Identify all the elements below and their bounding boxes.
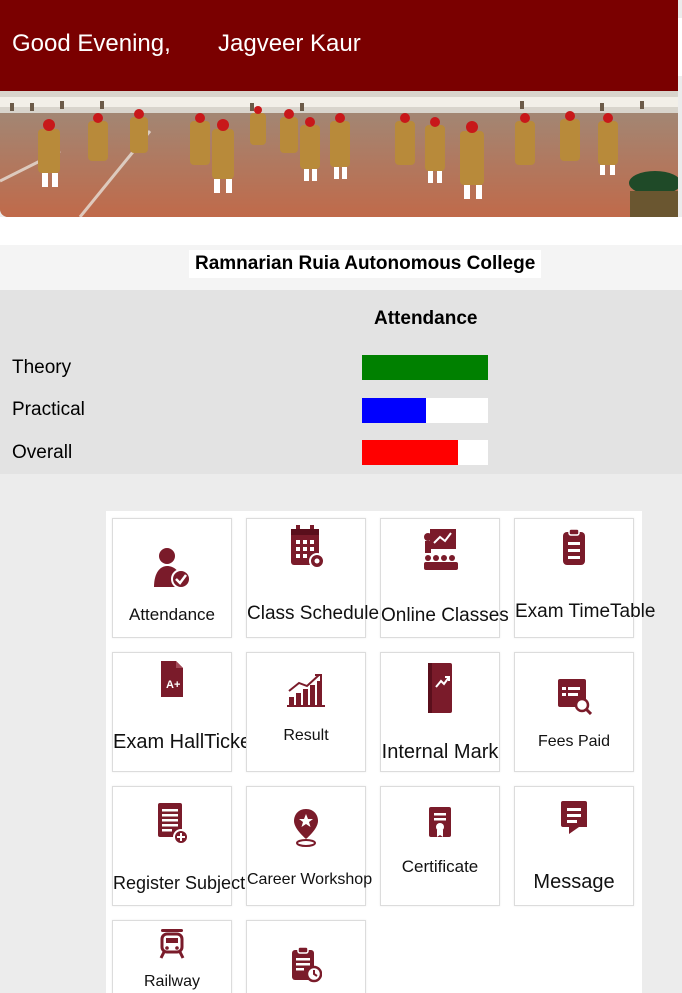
college-name: Ramnarian Ruia Autonomous College [189, 250, 542, 278]
tile-label: Class Schedule [247, 603, 380, 624]
tile-online-classes[interactable]: Online Classes [380, 518, 509, 638]
tile-class-schedule[interactable]: Class Schedule [246, 518, 380, 638]
theory-progress-fill [362, 355, 488, 380]
attendance-title: Attendance [374, 308, 478, 329]
overall-progress-bar [362, 440, 488, 465]
tile-label: Attendance [128, 605, 215, 624]
tile-result[interactable]: Result [246, 652, 366, 772]
message-icon [515, 799, 633, 835]
overall-progress-fill [362, 440, 458, 465]
tile-label: Certificate [401, 857, 479, 876]
classroom-icon [381, 527, 499, 571]
greeting-text: Good Evening, [12, 30, 171, 57]
calendar-icon [247, 523, 365, 569]
tile-fees-paid[interactable]: Fees Paid [514, 652, 634, 772]
theory-progress-bar [362, 355, 488, 380]
tile-attendance[interactable]: Attendance [112, 518, 232, 638]
tile-exam-schedule[interactable] [246, 920, 366, 993]
location-star-icon [247, 807, 365, 847]
growth-chart-icon [247, 673, 365, 707]
tile-railway[interactable]: Railway [112, 920, 232, 993]
app-screen: Good Evening, Jagveer Kaur Ramnarian Rui… [0, 0, 682, 993]
tile-label: Message [533, 871, 615, 893]
tile-label: Exam HallTicket [113, 731, 257, 753]
tile-label: Exam TimeTable [515, 601, 656, 622]
tile-message[interactable]: Message [514, 786, 634, 906]
tile-exam-timetable[interactable]: Exam TimeTable [514, 518, 656, 638]
clipboard-clock-icon [247, 945, 365, 983]
tile-label: Online Classes [381, 605, 509, 626]
tile-label: Result [283, 727, 329, 744]
grade-document-icon: A+ [113, 659, 231, 699]
banner-image [0, 91, 678, 217]
practical-progress-bar [362, 398, 488, 423]
tile-label: Career Workshop [247, 871, 373, 888]
parade-photo [0, 91, 678, 217]
tile-label: Railway [143, 973, 200, 990]
greeting-header: Good Evening, Jagveer Kaur [0, 0, 678, 91]
tile-internal-mark[interactable]: Internal Mark [380, 652, 500, 772]
attendance-row-label: Overall [12, 442, 73, 463]
tile-label: Internal Mark [381, 741, 499, 763]
tile-register-subject[interactable]: Register Subject [112, 786, 246, 906]
svg-text:A+: A+ [166, 679, 180, 691]
practical-progress-fill [362, 398, 427, 423]
user-check-icon [113, 547, 231, 589]
header-edge-tab [678, 18, 682, 76]
menu-grid: Attendance Class Schedule Online Classes… [106, 511, 656, 993]
tile-label: Fees Paid [537, 733, 611, 750]
attendance-row-label: Practical [12, 399, 85, 420]
tile-career-workshop[interactable]: Career Workshop [246, 786, 373, 906]
attendance-panel [0, 290, 682, 474]
tile-certificate[interactable]: Certificate [380, 786, 500, 906]
train-icon [113, 927, 231, 959]
tile-exam-hallticket[interactable]: A+ Exam HallTicket [112, 652, 257, 772]
attendance-row-label: Theory [12, 357, 72, 378]
tile-label: Register Subject [113, 873, 246, 893]
register-document-icon [113, 801, 231, 845]
clipboard-icon [515, 527, 633, 567]
certificate-icon [381, 805, 499, 839]
receipt-search-icon [515, 677, 633, 715]
spacer [0, 217, 682, 245]
trend-book-icon [381, 661, 499, 715]
user-name: Jagveer Kaur [218, 30, 361, 57]
